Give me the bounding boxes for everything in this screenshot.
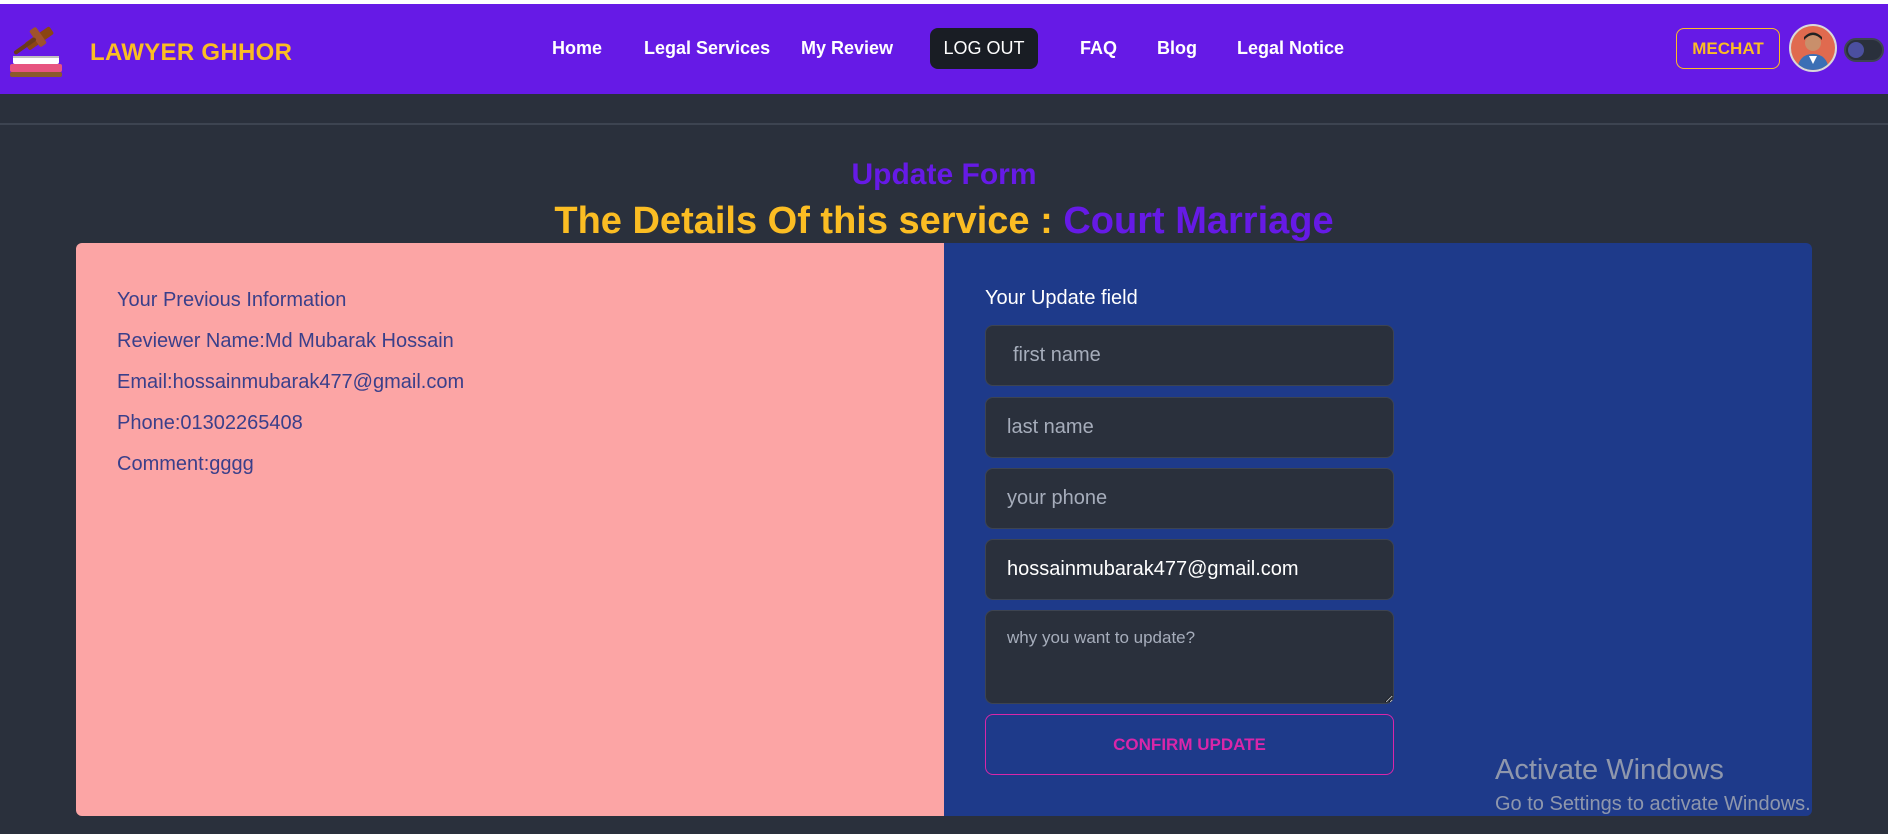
- mechat-button[interactable]: MECHAT: [1676, 28, 1780, 69]
- first-name-input[interactable]: [985, 325, 1394, 386]
- reason-textarea[interactable]: [985, 610, 1394, 704]
- nav-home[interactable]: Home: [552, 38, 602, 59]
- header-divider: [0, 123, 1888, 125]
- windows-activation-watermark: Activate Windows Go to Settings to activ…: [1495, 754, 1811, 816]
- nav-legal-services[interactable]: Legal Services: [644, 38, 770, 59]
- brand-name[interactable]: LAWYER GHHOR: [90, 39, 292, 67]
- email-input[interactable]: [985, 539, 1394, 600]
- nav-faq[interactable]: FAQ: [1080, 38, 1117, 59]
- service-name: Court Marriage: [1063, 200, 1334, 242]
- last-name-input[interactable]: [985, 397, 1394, 458]
- previous-info-panel: Your Previous Information Reviewer Name:…: [76, 243, 944, 816]
- nav-legal-notice[interactable]: Legal Notice: [1237, 38, 1344, 59]
- previous-info-title: Your Previous Information: [117, 289, 347, 311]
- update-form-panel: Your Update field CONFIRM UPDATE: [944, 243, 1812, 816]
- form-title: Update Form: [851, 158, 1037, 191]
- previous-email: Email:hossainmubarak477@gmail.com: [117, 371, 465, 393]
- previous-comment: Comment:gggg: [117, 453, 254, 475]
- navbar: LAWYER GHHOR Home Legal Services My Revi…: [0, 4, 1888, 94]
- previous-phone: Phone:01302265408: [117, 412, 303, 434]
- phone-input[interactable]: [985, 468, 1394, 529]
- watermark-subtitle: Go to Settings to activate Windows.: [1495, 793, 1811, 815]
- user-avatar[interactable]: [1789, 24, 1837, 72]
- theme-toggle-icon[interactable]: [1844, 38, 1884, 62]
- gavel-books-icon[interactable]: [4, 20, 68, 82]
- update-field-label: Your Update field: [985, 287, 1138, 309]
- heading-prefix: The Details Of this service :: [554, 200, 1064, 242]
- service-heading: The Details Of this service : Court Marr…: [0, 200, 1888, 243]
- confirm-update-button[interactable]: CONFIRM UPDATE: [985, 714, 1394, 775]
- toggle-knob: [1848, 42, 1864, 58]
- nav-my-review[interactable]: My Review: [801, 38, 893, 59]
- nav-blog[interactable]: Blog: [1157, 38, 1197, 59]
- reviewer-name: Reviewer Name:Md Mubarak Hossain: [117, 330, 454, 352]
- watermark-title: Activate Windows: [1495, 754, 1724, 786]
- logout-button[interactable]: LOG OUT: [930, 28, 1038, 69]
